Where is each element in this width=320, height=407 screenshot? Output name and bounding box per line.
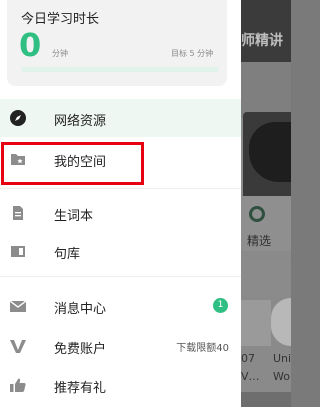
menu-item-message-center[interactable]: 消息中心 1 bbox=[0, 287, 241, 325]
study-progress-bar bbox=[21, 67, 219, 72]
menu-item-label: 免费账户 bbox=[54, 342, 107, 357]
background-section bbox=[241, 258, 291, 298]
navigation-drawer: 今日学习时长 0 分钟 目标 5 分钟 网络资源 我的空间 生词本 句库 消息中… bbox=[0, 0, 241, 407]
background-badge-label: 精选 bbox=[247, 234, 272, 248]
study-minutes-value: 0 bbox=[19, 26, 42, 64]
document-icon bbox=[13, 206, 23, 220]
message-count-badge: 1 bbox=[213, 298, 228, 313]
menu-item-free-account[interactable]: 免费账户 下载限额40 bbox=[0, 327, 241, 365]
highlight-annotation-box bbox=[1, 142, 144, 185]
background-bottom-bar bbox=[241, 392, 291, 407]
menu-item-label: 消息中心 bbox=[54, 302, 107, 317]
badge-icon bbox=[249, 206, 265, 222]
menu-divider bbox=[0, 276, 241, 277]
background-portrait-image bbox=[243, 112, 291, 207]
background-app: 师精讲 精选 07 Uni V… Wor bbox=[241, 0, 291, 407]
study-minutes-unit: 分钟 bbox=[52, 49, 68, 58]
thumbs-up-icon bbox=[10, 378, 26, 392]
menu-item-label: 网络资源 bbox=[54, 114, 107, 129]
menu-divider bbox=[0, 188, 241, 189]
study-time-card[interactable]: 今日学习时长 0 分钟 目标 5 分钟 bbox=[7, 0, 227, 86]
book-icon bbox=[11, 246, 25, 257]
menu-item-sentence-library[interactable]: 句库 bbox=[0, 232, 241, 270]
background-thumb-text: V… bbox=[241, 370, 260, 383]
background-thumbnail bbox=[271, 298, 291, 346]
mail-icon bbox=[10, 300, 26, 312]
background-thumb-text: 07 bbox=[241, 352, 255, 365]
study-time-title: 今日学习时长 bbox=[21, 12, 100, 27]
background-thumb-text: Wor bbox=[273, 370, 291, 383]
v-logo-icon bbox=[10, 340, 26, 353]
menu-item-network-resources[interactable]: 网络资源 bbox=[0, 99, 241, 137]
download-limit-text: 下载限额40 bbox=[176, 343, 229, 354]
menu-item-label: 句库 bbox=[54, 247, 81, 262]
background-thumb-text: Uni bbox=[273, 352, 291, 365]
menu-item-label: 生词本 bbox=[54, 209, 94, 224]
study-goal-text: 目标 5 分钟 bbox=[171, 49, 214, 58]
menu-item-referral-reward[interactable]: 推荐有礼 bbox=[0, 366, 241, 404]
menu-item-vocabulary-book[interactable]: 生词本 bbox=[0, 194, 241, 232]
menu-item-label: 推荐有礼 bbox=[54, 381, 107, 396]
background-card bbox=[241, 62, 291, 118]
compass-icon bbox=[10, 110, 26, 126]
background-header-text: 师精讲 bbox=[241, 33, 283, 49]
background-thumbnail bbox=[241, 300, 271, 346]
